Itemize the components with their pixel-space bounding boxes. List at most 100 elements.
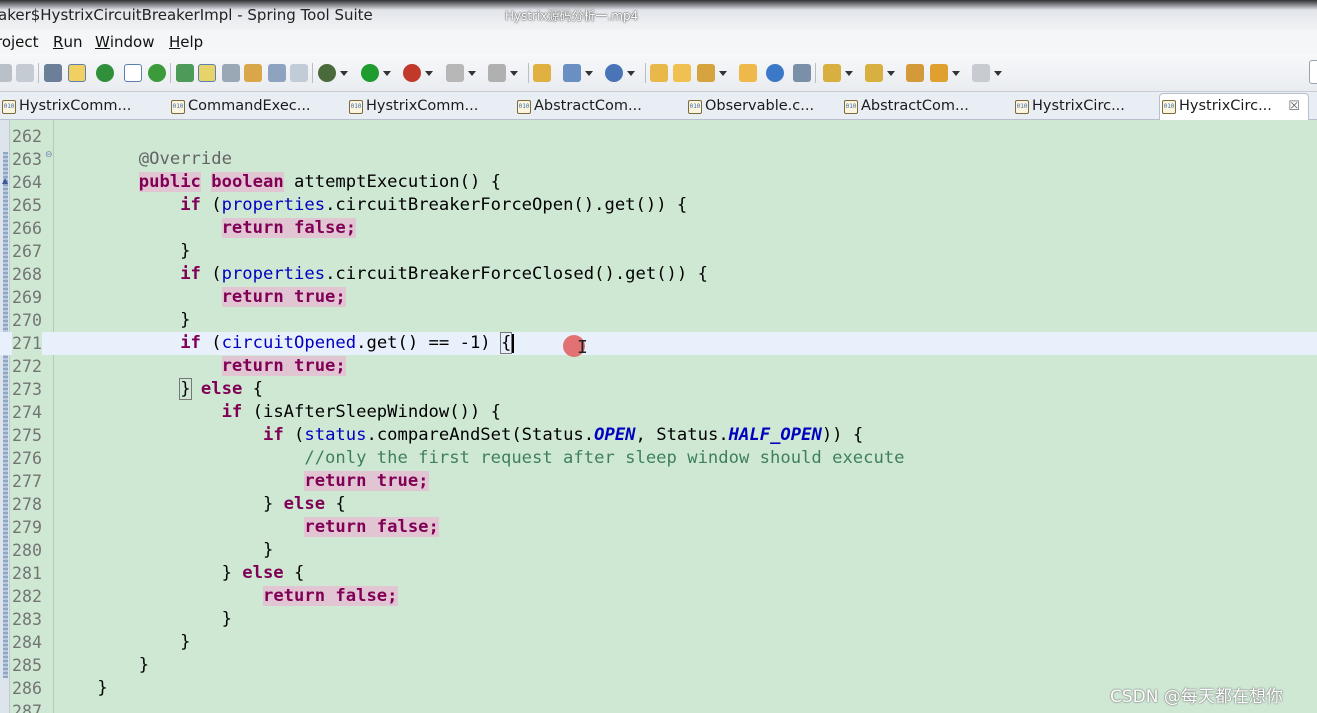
code-line[interactable]: 272 return true;: [0, 355, 1317, 378]
menu-run[interactable]: Run: [53, 30, 82, 54]
next-annotation-icon[interactable]: [823, 64, 853, 82]
run-external-icon[interactable]: [403, 64, 433, 82]
forward-icon[interactable]: [16, 64, 34, 82]
code-token: }: [56, 494, 284, 514]
back-nav-icon[interactable]: [930, 64, 960, 82]
search-icon[interactable]: [793, 64, 811, 82]
mark-occurrences-icon[interactable]: [68, 64, 86, 82]
code-line[interactable]: 271 if (circuitOpened.get() == -1) {: [0, 332, 1317, 355]
code-line[interactable]: 268 if (properties.circuitBreakerForceCl…: [0, 263, 1317, 286]
code-line[interactable]: 273 } else {: [0, 378, 1317, 401]
code-token: attemptExecution() {: [283, 172, 501, 192]
code-line[interactable]: 283 }: [0, 608, 1317, 631]
code-token: @Override: [138, 149, 232, 169]
block-selection-icon[interactable]: [124, 64, 142, 82]
tab-hystrix-command-2[interactable]: 010 HystrixComm...: [347, 94, 478, 120]
code-token: }: [56, 310, 191, 330]
code-text: }: [56, 631, 191, 654]
toolbar-separator: [312, 63, 313, 83]
code-line[interactable]: 265 if (properties.circuitBreakerForceOp…: [0, 194, 1317, 217]
line-number: 287: [12, 702, 42, 713]
code-editor[interactable]: ▲ ⊖ 262 263 @Override 264 public boolean a…: [0, 120, 1317, 713]
java-file-icon: 010: [844, 100, 858, 114]
word-wrap-icon[interactable]: [290, 64, 308, 82]
deploy-icon[interactable]: [697, 64, 727, 82]
highlight-icon[interactable]: [198, 64, 216, 82]
code-line[interactable]: 280 }: [0, 539, 1317, 562]
refresh-icon[interactable]: [148, 64, 166, 82]
open-type-icon[interactable]: [650, 64, 668, 82]
new-java-icon[interactable]: [533, 64, 551, 82]
menu-help[interactable]: Help: [169, 30, 203, 54]
code-line[interactable]: 263 @Override: [0, 148, 1317, 171]
code-line[interactable]: 269 return true;: [0, 286, 1317, 309]
new-wizard-icon[interactable]: [563, 64, 593, 82]
tab-hystrix-circuit-active[interactable]: 010 HystrixCirc... ☒: [1159, 93, 1309, 121]
terminate-icon[interactable]: [488, 64, 518, 82]
stop-icon[interactable]: [446, 64, 476, 82]
quick-access-field[interactable]: [1309, 60, 1317, 84]
toggle-comment-icon[interactable]: [44, 64, 62, 82]
java-file-icon: 010: [517, 100, 531, 114]
menu-window-label: indow: [109, 33, 155, 51]
code-line[interactable]: 281 } else {: [0, 562, 1317, 585]
close-icon[interactable]: ☒: [1288, 94, 1300, 119]
code-line[interactable]: 282 return false;: [0, 585, 1317, 608]
code-token: }: [56, 241, 191, 261]
line-number: 279: [12, 518, 42, 537]
code-token: , Status.: [635, 425, 729, 445]
last-edit-icon[interactable]: [906, 64, 924, 82]
tab-hystrix-circuit-1[interactable]: 010 HystrixCirc...: [1013, 94, 1125, 120]
java-file-icon: 010: [171, 100, 185, 114]
debug-icon[interactable]: [318, 64, 348, 82]
back-icon[interactable]: [0, 64, 12, 82]
code-line[interactable]: 279 return false;: [0, 516, 1317, 539]
tab-abstract-command-2[interactable]: 010 AbstractCom...: [842, 94, 969, 120]
code-line[interactable]: 275 if (status.compareAndSet(Status.OPEN…: [0, 424, 1317, 447]
toggle-breadcrumb-icon[interactable]: [96, 64, 114, 82]
code-line[interactable]: 264 public boolean attemptExecution() {: [0, 171, 1317, 194]
toolbar-separator: [645, 63, 646, 83]
tab-observable[interactable]: 010 Observable.c...: [686, 94, 814, 120]
menu-window[interactable]: Window: [95, 30, 155, 54]
code-line[interactable]: 266 return false;: [0, 217, 1317, 240]
step-icon[interactable]: [222, 64, 240, 82]
code-line[interactable]: 278 } else {: [0, 493, 1317, 516]
tab-abstract-command-1[interactable]: 010 AbstractCom...: [515, 94, 642, 120]
open-task-icon[interactable]: [739, 64, 757, 82]
ibeam-cursor-icon: I: [577, 337, 588, 358]
forward-nav-icon[interactable]: [972, 64, 1002, 82]
editor-tabs: 010 HystrixComm... 010 CommandExec... 010 H…: [0, 92, 1317, 121]
run-icon[interactable]: [361, 64, 391, 82]
line-number: 273: [12, 380, 42, 399]
code-line[interactable]: 274 if (isAfterSleepWindow()) {: [0, 401, 1317, 424]
java-file-icon: 010: [349, 100, 363, 114]
code-line[interactable]: 277 return true;: [0, 470, 1317, 493]
open-folder-icon[interactable]: [673, 64, 691, 82]
new-class-icon[interactable]: [605, 64, 635, 82]
code-line[interactable]: 285 }: [0, 654, 1317, 677]
code-line[interactable]: 267 }: [0, 240, 1317, 263]
code-line[interactable]: 270 }: [0, 309, 1317, 332]
code-token: (: [200, 333, 222, 353]
prev-annotation-icon[interactable]: [865, 64, 895, 82]
tab-label: HystrixCirc...: [1032, 98, 1125, 114]
code-token: (: [283, 425, 305, 445]
code-line[interactable]: 276 //only the first request after sleep…: [0, 447, 1317, 470]
collapse-icon[interactable]: [268, 64, 286, 82]
code-token: (: [200, 264, 222, 284]
code-token: )) {: [821, 425, 864, 445]
tab-hystrix-command-1[interactable]: 010 HystrixComm...: [0, 94, 131, 120]
code-line[interactable]: 262: [0, 125, 1317, 148]
code-text: }: [56, 677, 107, 700]
code-token: }: [56, 632, 191, 652]
skip-icon[interactable]: [244, 64, 262, 82]
browser-icon[interactable]: [766, 64, 784, 82]
code-text: }: [56, 240, 191, 263]
code-token: if: [262, 425, 284, 445]
pin-icon[interactable]: [176, 64, 194, 82]
tab-label: CommandExec...: [188, 98, 311, 114]
tab-command-executor[interactable]: 010 CommandExec...: [169, 94, 311, 120]
code-line[interactable]: 284 }: [0, 631, 1317, 654]
